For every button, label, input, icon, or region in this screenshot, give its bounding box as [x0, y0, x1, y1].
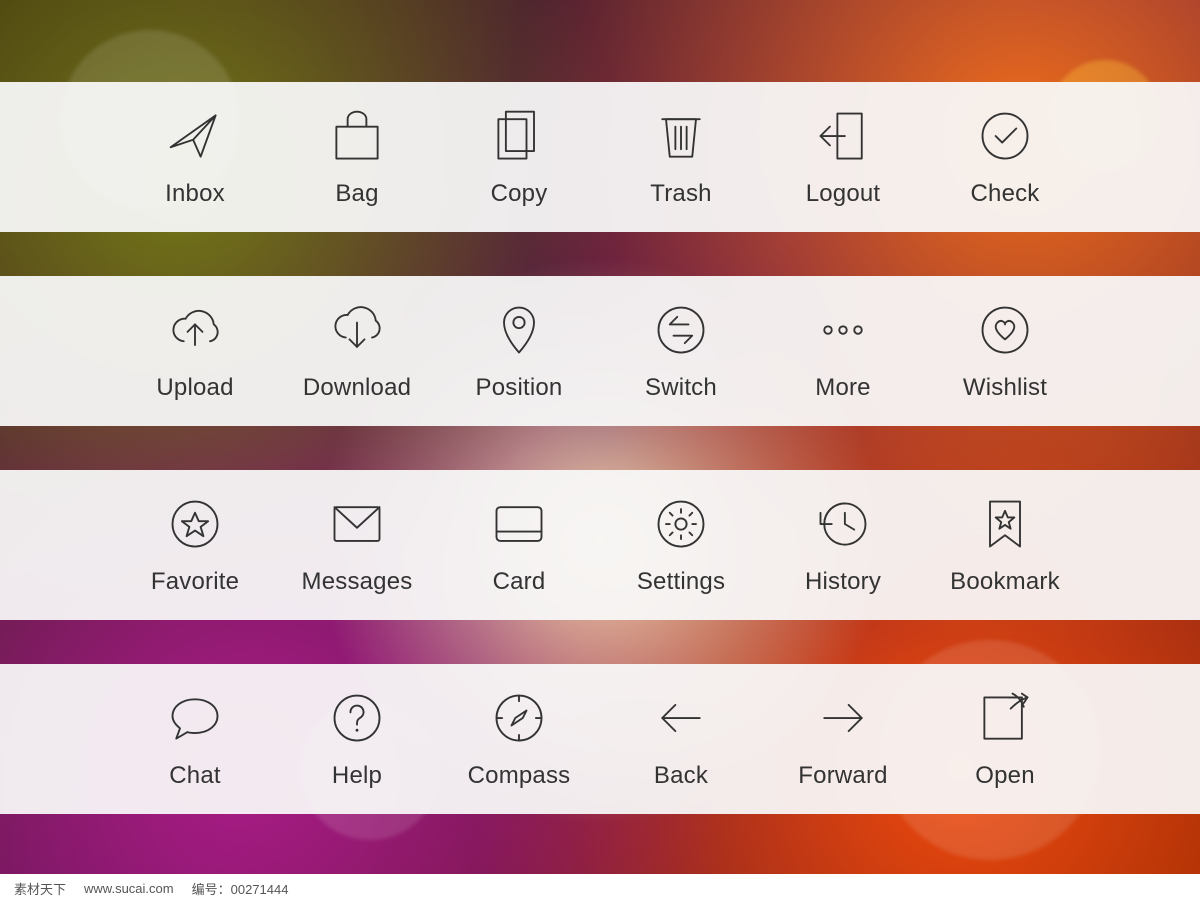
chat-bubble-icon: [165, 688, 225, 748]
bag-label: Bag: [335, 180, 378, 208]
copy-item[interactable]: Copy: [444, 106, 594, 208]
footer-bar: 素材天下 www.sucai.com 编号：00271444: [0, 874, 1200, 902]
footer-id-label: 编号：: [192, 882, 231, 897]
check-item[interactable]: Check: [930, 106, 1080, 208]
icon-row: Favorite Messages Card Settings History Bookm…: [0, 470, 1200, 620]
paper-plane-icon: [165, 106, 225, 166]
bag-item[interactable]: Bag: [282, 106, 432, 208]
trash-icon: [651, 106, 711, 166]
history-item[interactable]: History: [768, 494, 918, 596]
compass-label: Compass: [468, 762, 571, 790]
position-item[interactable]: Position: [444, 300, 594, 402]
switch-label: Switch: [645, 374, 717, 402]
open-external-icon: [975, 688, 1035, 748]
footer-site: 素材天下: [14, 879, 66, 898]
check-label: Check: [970, 180, 1039, 208]
bag-icon: [327, 106, 387, 166]
forward-label: Forward: [798, 762, 887, 790]
switch-icon: [651, 300, 711, 360]
arrow-left-icon: [651, 688, 711, 748]
logout-icon: [813, 106, 873, 166]
trash-label: Trash: [650, 180, 711, 208]
upload-label: Upload: [156, 374, 233, 402]
bookmark-item[interactable]: Bookmark: [930, 494, 1080, 596]
trash-item[interactable]: Trash: [606, 106, 756, 208]
chat-label: Chat: [169, 762, 221, 790]
wishlist-item[interactable]: Wishlist: [930, 300, 1080, 402]
heart-circle-icon: [975, 300, 1035, 360]
more-icon: [813, 300, 873, 360]
history-label: History: [805, 568, 881, 596]
star-circle-icon: [165, 494, 225, 554]
messages-item[interactable]: Messages: [282, 494, 432, 596]
logout-label: Logout: [806, 180, 881, 208]
bookmark-star-icon: [975, 494, 1035, 554]
download-label: Download: [303, 374, 411, 402]
open-label: Open: [975, 762, 1035, 790]
logout-item[interactable]: Logout: [768, 106, 918, 208]
chat-item[interactable]: Chat: [120, 688, 270, 790]
help-item[interactable]: Help: [282, 688, 432, 790]
help-circle-icon: [327, 688, 387, 748]
favorite-label: Favorite: [151, 568, 239, 596]
envelope-icon: [327, 494, 387, 554]
copy-label: Copy: [491, 180, 548, 208]
footer-id-value: 00271444: [231, 882, 289, 897]
footer-site-url: www.sucai.com: [84, 881, 174, 896]
upload-item[interactable]: Upload: [120, 300, 270, 402]
more-item[interactable]: More: [768, 300, 918, 402]
inbox-label: Inbox: [165, 180, 225, 208]
bookmark-label: Bookmark: [950, 568, 1060, 596]
back-item[interactable]: Back: [606, 688, 756, 790]
settings-label: Settings: [637, 568, 725, 596]
card-item[interactable]: Card: [444, 494, 594, 596]
copy-icon: [489, 106, 549, 166]
footer-id: 编号：00271444: [192, 879, 289, 898]
favorite-item[interactable]: Favorite: [120, 494, 270, 596]
settings-item[interactable]: Settings: [606, 494, 756, 596]
messages-label: Messages: [302, 568, 413, 596]
back-label: Back: [654, 762, 708, 790]
open-item[interactable]: Open: [930, 688, 1080, 790]
icon-row: Chat Help Compass Back Forward Open: [0, 664, 1200, 814]
arrow-right-icon: [813, 688, 873, 748]
cloud-upload-icon: [165, 300, 225, 360]
gear-circle-icon: [651, 494, 711, 554]
card-icon: [489, 494, 549, 554]
check-circle-icon: [975, 106, 1035, 166]
position-label: Position: [476, 374, 563, 402]
forward-item[interactable]: Forward: [768, 688, 918, 790]
wishlist-label: Wishlist: [963, 374, 1047, 402]
card-label: Card: [493, 568, 546, 596]
map-pin-icon: [489, 300, 549, 360]
compass-icon: [489, 688, 549, 748]
history-icon: [813, 494, 873, 554]
icon-row: Upload Download Position Switch More Wishlist: [0, 276, 1200, 426]
compass-item[interactable]: Compass: [444, 688, 594, 790]
help-label: Help: [332, 762, 382, 790]
cloud-download-icon: [327, 300, 387, 360]
icon-row: Inbox Bag Copy Trash Logout Check: [0, 82, 1200, 232]
switch-item[interactable]: Switch: [606, 300, 756, 402]
download-item[interactable]: Download: [282, 300, 432, 402]
inbox-item[interactable]: Inbox: [120, 106, 270, 208]
more-label: More: [815, 374, 870, 402]
